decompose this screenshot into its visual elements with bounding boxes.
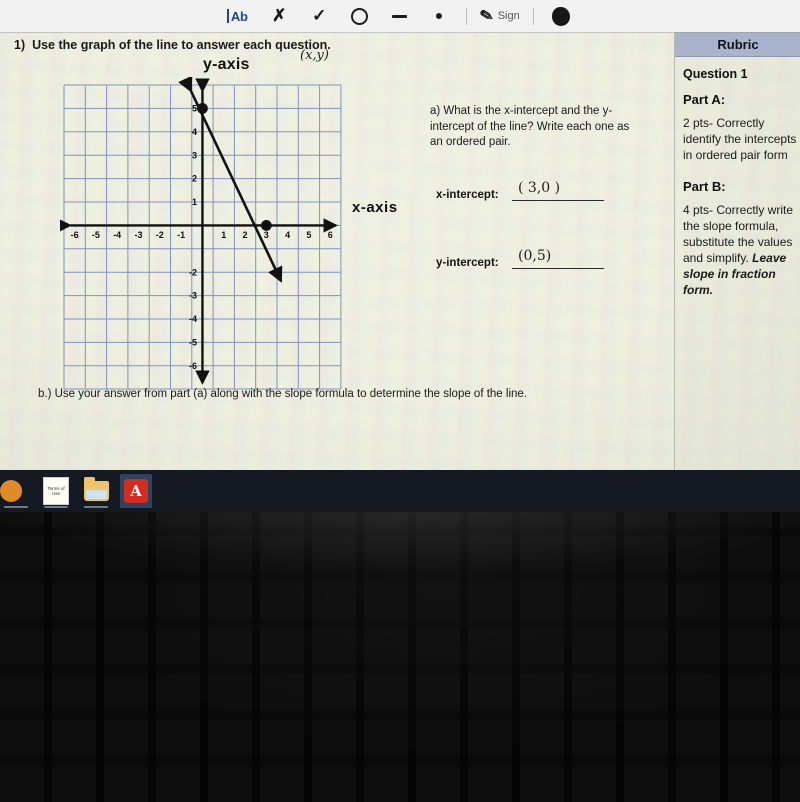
y-intercept-label: y-intercept:: [436, 257, 499, 269]
rubric-question-title: Question 1: [683, 67, 748, 81]
y-axis-label: y-axis: [203, 56, 250, 73]
rubric-part-b-text: 4 pts- Correctly write the slope formula…: [683, 202, 800, 298]
rubric-body: Question 1 Part A: 2 pts- Correctly iden…: [675, 57, 800, 298]
svg-text:2: 2: [192, 174, 197, 184]
svg-text:4: 4: [192, 127, 197, 137]
text-annotation-tool-icon[interactable]: Ab: [219, 1, 259, 31]
line-tool-icon[interactable]: [379, 1, 419, 31]
svg-text:-6: -6: [189, 361, 197, 371]
x-intercept-label: x-intercept:: [436, 189, 499, 201]
text-annotation-tool-label: Ab: [230, 8, 248, 24]
taskbar-adobe-pdf-icon[interactable]: A: [120, 474, 152, 508]
part-a-prompt: a) What is the x-intercept and the y-int…: [430, 105, 630, 148]
svg-text:6: 6: [328, 230, 333, 240]
pen-icon: ✎: [478, 6, 496, 27]
svg-text:-4: -4: [113, 230, 121, 240]
svg-text:-1: -1: [177, 230, 185, 240]
annotation-toolbar: Ab ✗ ✓ ✎ Sign: [0, 0, 800, 32]
y-intercept-point: [197, 103, 208, 114]
svg-text:3: 3: [192, 150, 197, 160]
x-intercept-answer-line[interactable]: [512, 200, 604, 201]
taskbar-folder-icon[interactable]: [80, 474, 112, 508]
ordered-pair-annotation: (x,y): [300, 48, 329, 63]
svg-text:-2: -2: [189, 267, 197, 277]
circle-tool-icon[interactable]: [339, 1, 379, 31]
svg-text:3: 3: [264, 230, 269, 240]
svg-text:1: 1: [221, 230, 226, 240]
svg-text:-5: -5: [189, 338, 197, 348]
toolbar-divider-2: [532, 7, 534, 25]
graph-svg: -6 -5 -4 -3 -2 -1 1 2 3 4 5 6 5 4 3 2 1 …: [60, 77, 342, 390]
rubric-header: Rubric: [675, 32, 800, 57]
x-intercept-answer: ( 3,0 ): [518, 180, 561, 196]
cross-mark-tool-icon[interactable]: ✗: [259, 1, 299, 31]
question-text: Use the graph of the line to answer each…: [32, 38, 331, 52]
taskbar-terms-of-use-doc-icon[interactable]: Terms of Use: [40, 474, 72, 508]
check-mark-tool-icon[interactable]: ✓: [299, 1, 339, 31]
svg-text:4: 4: [285, 230, 290, 240]
windows-taskbar: Terms of Use A: [0, 470, 800, 512]
graph-axes: [60, 78, 338, 385]
dot-tool-icon[interactable]: [419, 1, 459, 31]
plotted-line: [178, 77, 283, 283]
document-page: 1) Use the graph of the line to answer e…: [0, 32, 674, 470]
coordinate-graph: -6 -5 -4 -3 -2 -1 1 2 3 4 5 6 5 4 3 2 1 …: [60, 77, 345, 402]
svg-text:-3: -3: [134, 230, 142, 240]
laptop-keyboard-dark-area: [0, 512, 800, 802]
svg-text:2: 2: [242, 230, 247, 240]
y-intercept-answer: (0,5): [518, 248, 552, 264]
taskbar-app-orange-icon[interactable]: [0, 474, 32, 508]
taskbar-icon-group: Terms of Use A: [0, 474, 160, 508]
svg-text:1: 1: [192, 197, 197, 207]
svg-text:-2: -2: [156, 230, 164, 240]
y-tick-labels: 5 4 3 2 1 -2 -3 -4 -5 -6: [189, 104, 197, 371]
adobe-pdf-glyph: A: [124, 479, 148, 503]
screen-edge-glow: [0, 512, 800, 572]
rubric-part-b-title: Part B:: [683, 179, 726, 194]
sign-button-label: Sign: [497, 10, 520, 22]
svg-text:-5: -5: [92, 230, 100, 240]
monitor-screen-area: Ab ✗ ✓ ✎ Sign 1) Use the graph of the li…: [0, 0, 800, 470]
part-b-prompt: b.) Use your answer from part (a) along …: [38, 388, 527, 400]
question-1-prompt: 1) Use the graph of the line to answer e…: [14, 38, 331, 52]
question-number: 1): [14, 38, 26, 52]
toolbar-divider-1: [466, 7, 468, 25]
terms-of-use-doc-thumb-label: Terms of Use: [43, 477, 69, 505]
svg-text:-4: -4: [189, 314, 197, 324]
sign-button[interactable]: ✎ Sign: [474, 1, 525, 31]
rubric-panel: Rubric Question 1 Part A: 2 pts- Correct…: [674, 32, 800, 470]
rubric-part-a-text: 2 pts- Correctly identify the intercepts…: [683, 116, 797, 162]
rubric-part-a-title: Part A:: [683, 92, 726, 107]
ink-color-swatch-icon[interactable]: [541, 1, 581, 31]
y-intercept-answer-line[interactable]: [512, 268, 604, 269]
svg-text:-6: -6: [71, 230, 79, 240]
x-axis-label: x-axis: [352, 199, 398, 216]
svg-text:-3: -3: [189, 291, 197, 301]
svg-text:5: 5: [306, 230, 311, 240]
svg-text:5: 5: [192, 104, 197, 114]
